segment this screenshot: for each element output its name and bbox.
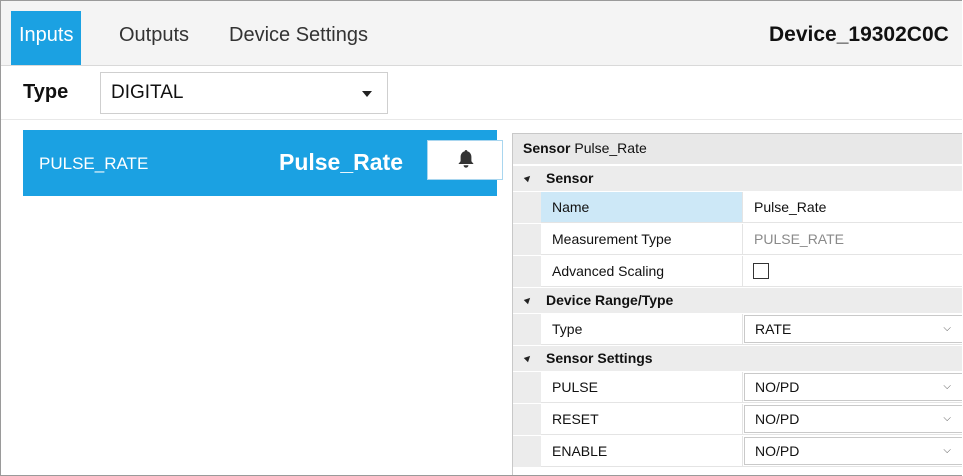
chevron-down-icon: ⌵	[943, 323, 951, 334]
type-dropdown[interactable]: RATE ⌵	[744, 315, 962, 343]
tab-outputs[interactable]: Outputs	[111, 11, 197, 65]
sensor-name: Pulse_Rate	[278, 149, 403, 175]
type-row: Type DIGITAL	[1, 66, 962, 119]
advanced-scaling-cell	[743, 256, 962, 287]
alarm-button[interactable]	[427, 140, 503, 180]
property-row-reset: RESET NO/PD ⌵	[513, 404, 962, 435]
property-key: Name	[541, 192, 743, 223]
dropdown-value: RATE	[755, 321, 792, 337]
category-sensor[interactable]: Sensor	[513, 166, 962, 191]
pulse-dropdown[interactable]: NO/PD ⌵	[744, 373, 962, 401]
property-grid-header: Sensor Pulse_Rate	[513, 134, 962, 164]
type-value-cell: RATE ⌵	[743, 314, 962, 345]
property-row-enable: ENABLE NO/PD ⌵	[513, 436, 962, 467]
dropdown-value: NO/PD	[755, 443, 800, 459]
reset-value-cell: NO/PD ⌵	[743, 404, 962, 435]
caret-down-icon	[362, 91, 372, 97]
property-row-name[interactable]: Name Pulse_Rate	[513, 192, 962, 223]
category-sensor-settings[interactable]: Sensor Settings	[513, 346, 962, 371]
property-key: ENABLE	[541, 436, 743, 467]
measurement-type-value: PULSE_RATE	[743, 224, 962, 255]
reset-dropdown[interactable]: NO/PD ⌵	[744, 405, 962, 433]
property-key: Measurement Type	[541, 224, 743, 255]
chevron-down-icon: ⌵	[943, 381, 951, 392]
type-select-value: DIGITAL	[111, 82, 184, 103]
bell-icon	[458, 150, 474, 168]
chevron-down-icon: ⌵	[943, 413, 951, 424]
property-row-pulse: PULSE NO/PD ⌵	[513, 372, 962, 403]
category-label: Sensor Settings	[546, 350, 653, 366]
row-gutter	[513, 224, 541, 255]
chevron-down-icon: ⌵	[943, 445, 951, 456]
collapse-triangle-icon	[523, 353, 533, 363]
tab-inputs[interactable]: Inputs	[11, 11, 82, 65]
property-row-measurement-type: Measurement Type PULSE_RATE	[513, 224, 962, 255]
tab-device-settings[interactable]: Device Settings	[221, 11, 376, 65]
collapse-triangle-icon	[523, 173, 533, 183]
row-gutter	[513, 372, 541, 403]
sensor-code: PULSE_RATE	[39, 154, 149, 173]
row-gutter	[513, 314, 541, 345]
property-grid-header-name: Pulse_Rate	[574, 140, 647, 156]
enable-dropdown[interactable]: NO/PD ⌵	[744, 437, 962, 465]
property-grid: Sensor Pulse_Rate Sensor Name Pulse_Rate…	[512, 133, 962, 475]
row-gutter	[513, 192, 541, 223]
pulse-value-cell: NO/PD ⌵	[743, 372, 962, 403]
category-device-range-type[interactable]: Device Range/Type	[513, 288, 962, 313]
type-select[interactable]: DIGITAL	[100, 72, 388, 114]
row-gutter	[513, 404, 541, 435]
property-key: Type	[541, 314, 743, 345]
divider	[1, 119, 962, 120]
property-row-advanced-scaling: Advanced Scaling	[513, 256, 962, 287]
tab-bar: Inputs Outputs Device Settings Device_19…	[1, 1, 962, 66]
type-label: Type	[23, 81, 69, 103]
category-label: Device Range/Type	[546, 292, 674, 308]
row-gutter	[513, 436, 541, 467]
property-key: Advanced Scaling	[541, 256, 743, 287]
property-key: RESET	[541, 404, 743, 435]
row-gutter	[513, 256, 541, 287]
device-title: Device_19302C0C	[769, 23, 949, 46]
property-row-type: Type RATE ⌵	[513, 314, 962, 345]
app-window: Inputs Outputs Device Settings Device_19…	[0, 0, 962, 476]
category-label: Sensor	[546, 170, 594, 186]
advanced-scaling-checkbox[interactable]	[753, 263, 769, 279]
property-key: PULSE	[541, 372, 743, 403]
collapse-triangle-icon	[523, 295, 533, 305]
dropdown-value: NO/PD	[755, 379, 800, 395]
name-value-field[interactable]: Pulse_Rate	[743, 192, 962, 223]
enable-value-cell: NO/PD ⌵	[743, 436, 962, 467]
dropdown-value: NO/PD	[755, 411, 800, 427]
property-grid-header-prefix: Sensor	[523, 140, 571, 156]
sensor-list-item[interactable]: PULSE_RATE Pulse_Rate	[23, 130, 503, 196]
